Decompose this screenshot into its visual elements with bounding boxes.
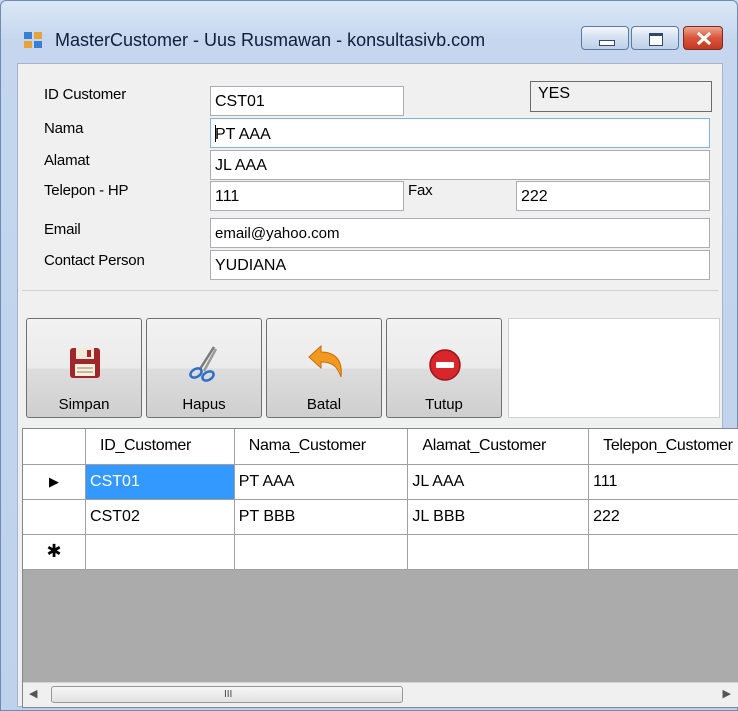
minimize-icon	[599, 40, 615, 46]
empty-panel	[508, 318, 720, 418]
alamat-label: Alamat	[44, 152, 90, 169]
close-window-button[interactable]	[683, 26, 723, 50]
column-header[interactable]: Telepon_Customer	[588, 429, 738, 465]
grid-cell[interactable]: 222	[588, 499, 738, 535]
batal-label: Batal	[306, 396, 342, 413]
grid-cell[interactable]	[85, 534, 235, 570]
telepon-label: Telepon - HP	[44, 182, 129, 199]
undo-arrow-icon	[308, 344, 342, 378]
scroll-thumb[interactable]: III	[51, 686, 403, 703]
scroll-left-icon[interactable]: ◀	[29, 687, 37, 700]
nama-value: PT AAA	[215, 126, 271, 143]
grid-cell[interactable]: PT AAA	[234, 464, 409, 500]
customer-data-grid[interactable]: ID_Customer Nama_Customer Alamat_Custome…	[22, 428, 738, 708]
client-area: ID Customer CST01 YES Nama PT AAA Alamat…	[17, 63, 738, 708]
grid-cell[interactable]: JL AAA	[407, 464, 590, 500]
fax-field[interactable]: 222	[516, 181, 710, 211]
grid-cell[interactable]: CST02	[85, 499, 235, 535]
simpan-button[interactable]: Simpan	[26, 318, 142, 418]
grid-cell[interactable]	[234, 534, 409, 570]
email-label: Email	[44, 221, 81, 238]
current-row-indicator[interactable]: ▶	[23, 464, 87, 500]
grid-cell[interactable]	[588, 534, 738, 570]
batal-button[interactable]: Batal	[266, 318, 382, 418]
alamat-field[interactable]: JL AAA	[210, 150, 710, 180]
horizontal-scrollbar[interactable]: ◀ III ▶	[23, 682, 738, 707]
row-header[interactable]	[23, 499, 87, 535]
id-customer-field[interactable]: CST01	[210, 86, 404, 116]
grid-cell[interactable]: 111	[588, 464, 738, 500]
customer-form-panel: ID Customer CST01 YES Nama PT AAA Alamat…	[22, 68, 718, 291]
new-row[interactable]: ✱	[23, 534, 738, 570]
stop-icon	[429, 349, 461, 381]
window-title: MasterCustomer - Uus Rusmawan - konsulta…	[55, 30, 486, 50]
email-field[interactable]: email@yahoo.com	[210, 218, 710, 248]
grid-cell[interactable]: JL BBB	[407, 499, 590, 535]
id-customer-label: ID Customer	[44, 86, 126, 103]
nama-label: Nama	[44, 120, 84, 137]
scroll-grip: III	[224, 689, 233, 700]
main-window: MasterCustomer - Uus Rusmawan - konsulta…	[0, 0, 738, 711]
grid-corner-cell[interactable]	[23, 429, 87, 465]
contact-person-label: Contact Person	[44, 252, 145, 269]
maximize-button[interactable]	[631, 26, 679, 50]
contact-person-field[interactable]: YUDIANA	[210, 250, 710, 280]
minimize-button[interactable]	[581, 26, 629, 50]
column-header[interactable]: ID_Customer	[85, 429, 235, 465]
column-header[interactable]: Nama_Customer	[234, 429, 409, 465]
nama-field[interactable]: PT AAA	[210, 118, 710, 148]
tutup-button[interactable]: Tutup	[386, 318, 502, 418]
status-label: YES	[530, 81, 712, 112]
table-row[interactable]: CST02 PT BBB JL BBB 222	[23, 499, 738, 535]
grid-table: ID_Customer Nama_Customer Alamat_Custome…	[23, 429, 738, 570]
grid-cell[interactable]: CST01	[85, 464, 235, 500]
floppy-icon	[70, 348, 100, 378]
telepon-field[interactable]: 111	[210, 181, 404, 211]
hapus-label: Hapus	[182, 396, 226, 413]
title-bar[interactable]: MasterCustomer - Uus Rusmawan - konsulta…	[1, 1, 737, 61]
grid-cell[interactable]	[407, 534, 590, 570]
fax-label: Fax	[408, 182, 433, 199]
simpan-label: Simpan	[58, 396, 110, 413]
form-icon	[24, 32, 42, 48]
maximize-icon	[649, 33, 663, 46]
hapus-button[interactable]: Hapus	[146, 318, 262, 418]
grid-cell[interactable]: PT BBB	[234, 499, 409, 535]
scroll-right-icon[interactable]: ▶	[723, 687, 731, 700]
column-header[interactable]: Alamat_Customer	[407, 429, 590, 465]
tutup-label: Tutup	[425, 396, 463, 413]
scissors-icon	[189, 346, 218, 382]
close-icon	[696, 32, 712, 45]
table-row[interactable]: ▶ CST01 PT AAA JL AAA 111	[23, 464, 738, 500]
grid-header-row: ID_Customer Nama_Customer Alamat_Custome…	[23, 429, 738, 465]
new-row-indicator[interactable]: ✱	[23, 534, 87, 570]
toolbar-panel: Simpan Hapus Batal Tutup	[22, 302, 720, 422]
